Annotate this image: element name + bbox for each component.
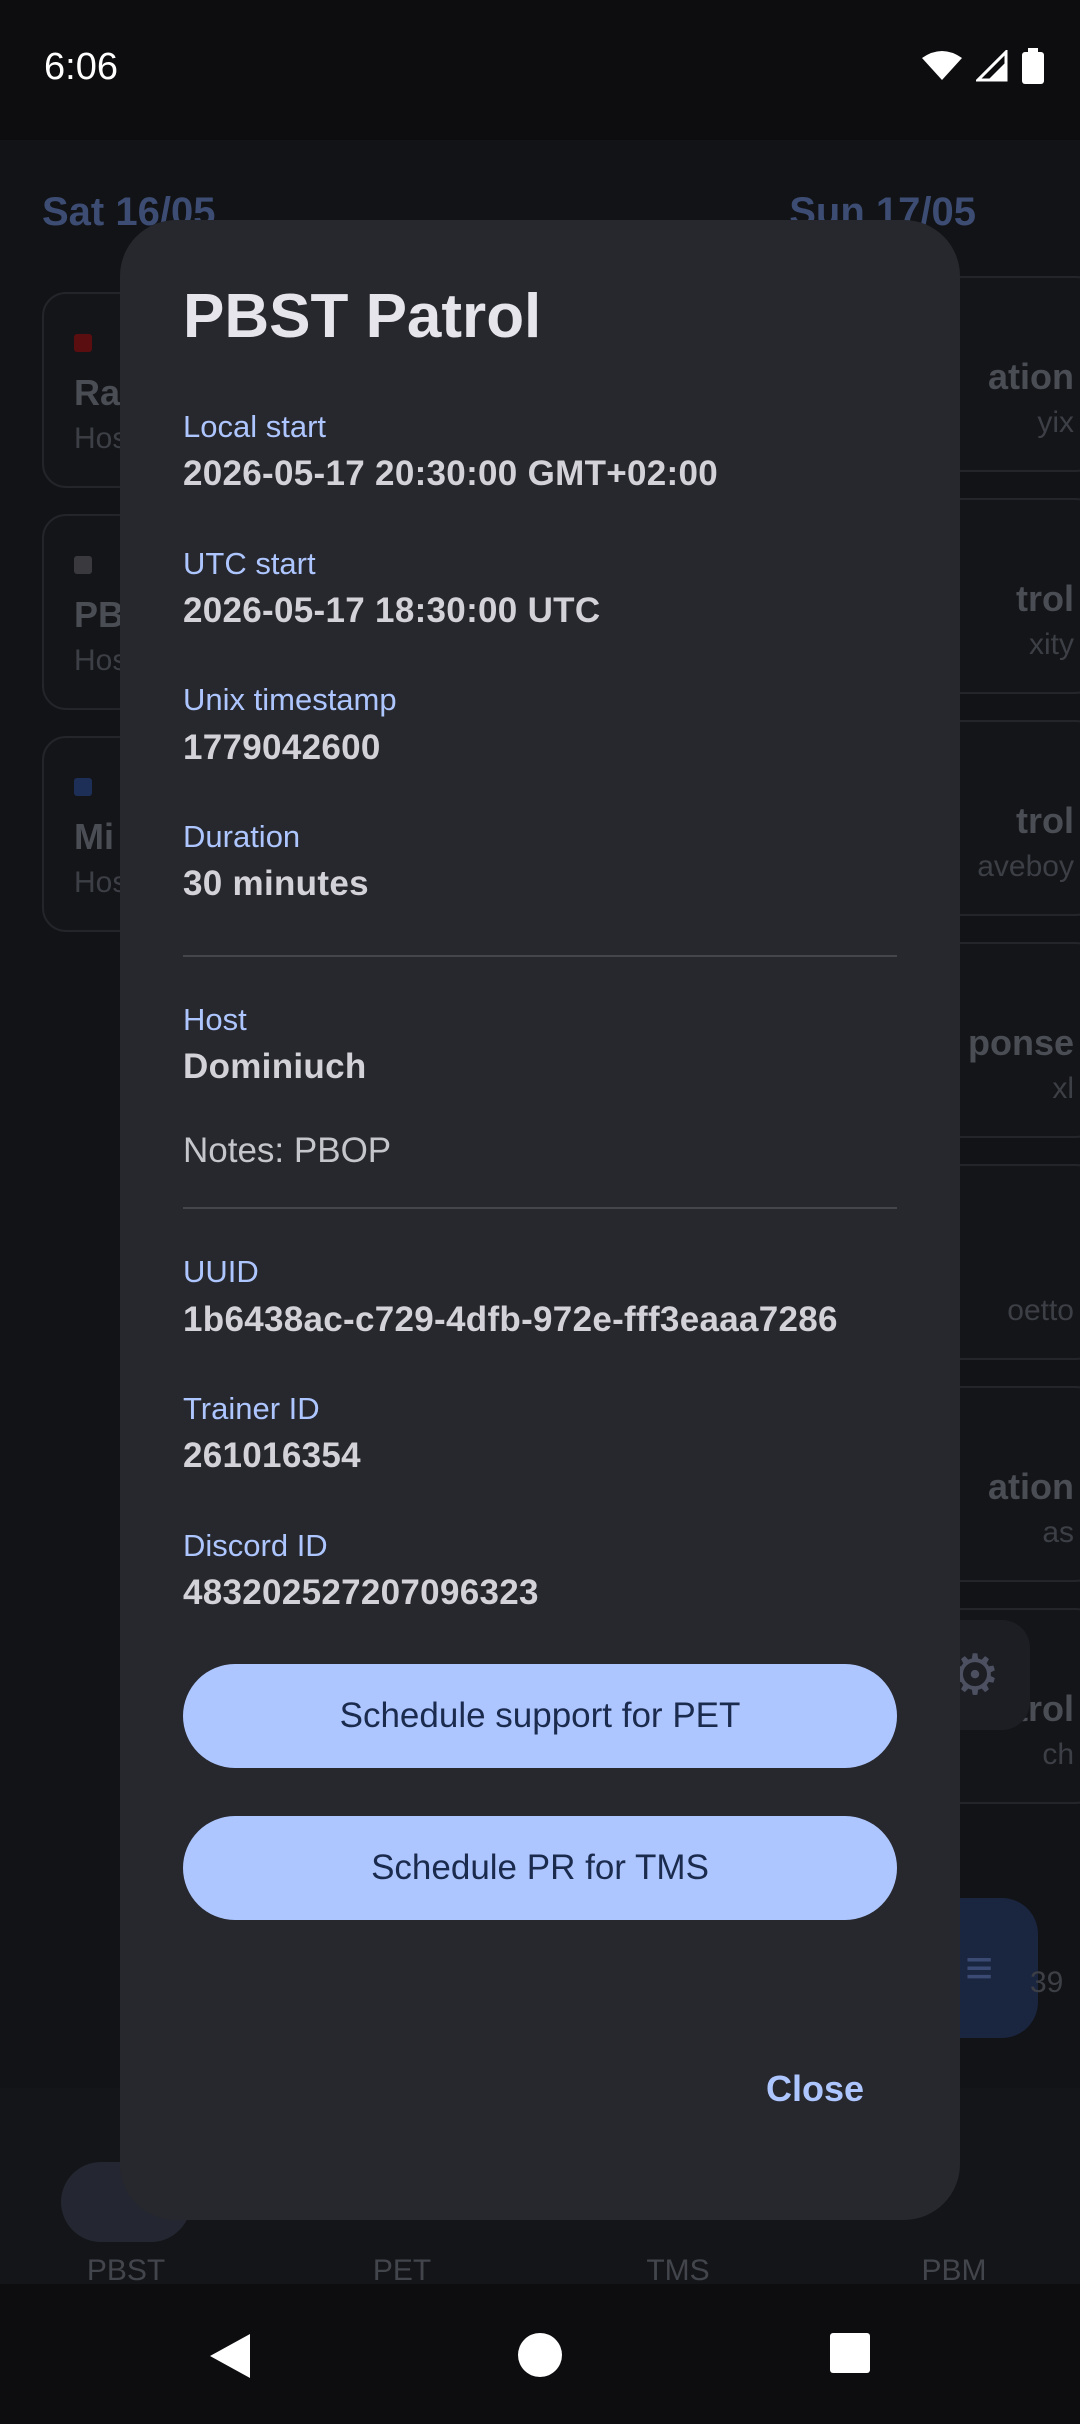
field-label: Local start: [183, 409, 327, 444]
battery-icon: [1022, 48, 1044, 84]
event-host: as: [1042, 1516, 1074, 1549]
divider: [183, 954, 897, 957]
field-discord-id: Discord ID 483202527207096323: [183, 1527, 897, 1616]
event-title: Ra: [74, 372, 121, 413]
nav-label: PET: [372, 2254, 432, 2287]
event-title: ation: [988, 356, 1074, 397]
close-button[interactable]: Close: [766, 2068, 864, 2110]
event-details-dialog: PBST Patrol Local start 2026-05-17 20:30…: [120, 220, 960, 2220]
field-local-start: Local start 2026-05-17 20:30:00 GMT+02:0…: [183, 408, 897, 497]
field-value: 30 minutes: [183, 864, 369, 904]
field-label: Host: [183, 1001, 247, 1037]
back-icon[interactable]: [208, 2332, 252, 2380]
home-icon[interactable]: [517, 2332, 563, 2378]
status-bar: 6:06: [0, 0, 1080, 140]
event-host: oetto: [1007, 1294, 1074, 1327]
system-navigation-bar: [0, 2284, 1080, 2424]
field-label: Discord ID: [183, 1527, 328, 1563]
event-title: Mi: [74, 816, 114, 857]
nav-label: PBM: [921, 2254, 987, 2287]
event-host: yix: [1037, 406, 1074, 439]
wifi-icon: [922, 51, 962, 80]
status-time: 6:06: [44, 46, 118, 88]
field-value: Dominiuch: [183, 1046, 367, 1086]
event-title: PB: [74, 594, 125, 635]
nav-label: TMS: [646, 2254, 710, 2287]
event-title: ponse: [967, 1022, 1074, 1063]
field-trainer-id: Trainer ID 261016354: [183, 1390, 897, 1479]
field-duration: Duration 30 minutes: [183, 818, 897, 907]
field-value: 483202527207096323: [183, 1573, 539, 1612]
field-value: 1b6438ac-c729-4dfb-972e-fff3eaaa7286: [183, 1299, 838, 1339]
event-host: xity: [1029, 628, 1074, 661]
field-label: Duration: [183, 819, 301, 855]
field-label: UUID: [183, 1254, 259, 1290]
field-label: Unix timestamp: [183, 682, 397, 718]
status-icons: [922, 48, 1044, 84]
dialog-title: PBST Patrol: [183, 282, 542, 351]
event-host: xl: [1052, 1072, 1074, 1105]
event-count: 39: [1030, 1966, 1064, 1999]
event-color-dot: [74, 556, 92, 574]
event-title: trol: [1016, 578, 1074, 619]
event-color-dot: [74, 778, 92, 796]
menu-icon: ≡: [964, 1941, 993, 1995]
schedule-pr-tms-button[interactable]: Schedule PR for TMS: [183, 1815, 897, 1920]
recents-icon[interactable]: [829, 2332, 871, 2374]
field-value: 1779042600: [183, 727, 381, 767]
event-color-dot: [74, 334, 92, 352]
field-unix-timestamp: Unix timestamp 1779042600: [183, 681, 897, 770]
divider: [183, 1207, 897, 1210]
field-utc-start: UTC start 2026-05-17 18:30:00 UTC: [183, 545, 897, 634]
event-title: ation: [988, 1466, 1074, 1507]
event-host: aveboy: [977, 850, 1074, 883]
event-notes: Notes: PBOP: [183, 1131, 392, 1171]
field-uuid: UUID 1b6438ac-c729-4dfb-972e-fff3eaaa728…: [183, 1253, 897, 1342]
field-label: UTC start: [183, 545, 316, 581]
nav-label: PBST: [86, 2254, 166, 2287]
field-value: 261016354: [183, 1436, 361, 1476]
field-label: Trainer ID: [183, 1391, 320, 1427]
event-title: trol: [1016, 800, 1074, 841]
field-host: Host Dominiuch: [183, 1001, 897, 1090]
event-host: ch: [1042, 1738, 1074, 1771]
schedule-support-pet-button[interactable]: Schedule support for PET: [183, 1663, 897, 1768]
field-value: 2026-05-17 18:30:00 UTC: [183, 590, 601, 630]
field-value: 2026-05-17 20:30:00 GMT+02:00: [183, 454, 718, 494]
cellular-signal-icon: [976, 50, 1008, 82]
